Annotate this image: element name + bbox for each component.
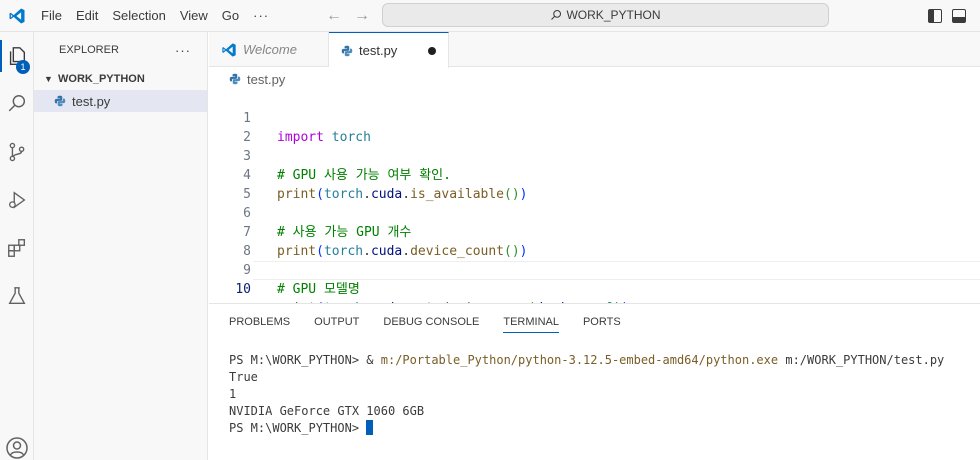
code-line[interactable]: 7 print(torch.cuda.device_count()) bbox=[209, 204, 980, 259]
command-center-text: WORK_PYTHON bbox=[566, 8, 661, 22]
search-icon bbox=[551, 9, 562, 20]
terminal-prompt-line: PS M:\WORK_PYTHON> bbox=[229, 420, 980, 437]
bottom-panel: PROBLEMS OUTPUT DEBUG CONSOLE TERMINAL P… bbox=[209, 303, 980, 460]
terminal-cursor bbox=[366, 420, 374, 435]
python-file-icon bbox=[341, 45, 353, 56]
menu-more[interactable]: ··· bbox=[246, 0, 276, 32]
run-debug-icon[interactable] bbox=[0, 180, 34, 220]
code-line[interactable]: 9 # GPU 모델명 bbox=[209, 242, 980, 297]
code-line[interactable]: 8 bbox=[209, 223, 980, 259]
explorer-icon[interactable]: 1 bbox=[0, 36, 34, 76]
python-file-icon bbox=[229, 73, 241, 85]
breadcrumb-file[interactable]: test.py bbox=[247, 72, 285, 87]
explorer-title: EXPLORER bbox=[59, 44, 119, 56]
tab-test-py[interactable]: test.py bbox=[329, 32, 449, 68]
explorer-badge: 1 bbox=[16, 60, 30, 74]
tab-welcome-label: Welcome bbox=[243, 42, 297, 57]
code-line[interactable]: 2 bbox=[209, 109, 980, 145]
vscode-logo-icon bbox=[0, 0, 34, 32]
back-arrow-icon[interactable]: ← bbox=[326, 7, 342, 25]
tab-terminal[interactable]: TERMINAL bbox=[503, 304, 559, 340]
workspace-folder[interactable]: ▼ WORK_PYTHON bbox=[34, 68, 207, 90]
forward-arrow-icon[interactable]: → bbox=[354, 7, 370, 25]
activity-bar: 1 bbox=[0, 32, 34, 460]
layout-controls bbox=[928, 0, 966, 32]
terminal-operator: & bbox=[366, 353, 374, 367]
accounts-icon[interactable] bbox=[0, 428, 34, 460]
toggle-panel-icon[interactable] bbox=[952, 9, 966, 23]
search-icon[interactable] bbox=[0, 84, 34, 124]
code-line[interactable]: 5 bbox=[209, 166, 980, 202]
file-item-label: test.py bbox=[72, 93, 111, 109]
workspace-folder-label: WORK_PYTHON bbox=[58, 73, 145, 85]
testing-flask-icon[interactable] bbox=[0, 276, 34, 316]
title-bar: File Edit Selection View Go ··· ← → WORK… bbox=[0, 0, 980, 32]
python-file-icon bbox=[54, 95, 66, 107]
navigation-arrows: ← → bbox=[326, 0, 370, 32]
code-line[interactable]: 4 print(torch.cuda.is_available()) bbox=[209, 147, 980, 202]
toggle-primary-sidebar-icon[interactable] bbox=[928, 9, 942, 23]
panel-tab-bar: PROBLEMS OUTPUT DEBUG CONSOLE TERMINAL P… bbox=[209, 304, 980, 340]
extensions-icon[interactable] bbox=[0, 228, 34, 268]
code-line[interactable]: 1 import torch bbox=[209, 90, 980, 145]
terminal-executable: m:/Portable_Python/python-3.12.5-embed-a… bbox=[380, 353, 779, 367]
menu-bar: File Edit Selection View Go ··· bbox=[34, 0, 276, 32]
line-number: 10 bbox=[235, 282, 251, 297]
menu-view[interactable]: View bbox=[173, 0, 215, 32]
unsaved-dot-icon[interactable] bbox=[428, 46, 436, 55]
tab-output[interactable]: OUTPUT bbox=[314, 304, 359, 340]
breadcrumb: test.py bbox=[209, 68, 980, 90]
command-center-search[interactable]: WORK_PYTHON bbox=[382, 3, 829, 27]
code-line[interactable]: 6 # 사용 가능 GPU 개수 bbox=[209, 185, 980, 240]
editor-tab-bar: Welcome test.py bbox=[209, 32, 980, 68]
more-actions-icon[interactable]: ··· bbox=[175, 43, 191, 58]
tab-welcome[interactable]: Welcome bbox=[209, 32, 329, 67]
menu-file[interactable]: File bbox=[34, 0, 69, 32]
code-text: # GPU 모델명 bbox=[277, 282, 360, 297]
tab-test-py-label: test.py bbox=[359, 43, 398, 58]
chevron-down-icon: ▼ bbox=[44, 74, 53, 84]
terminal-output[interactable]: PS M:\WORK_PYTHON> & m:/Portable_Python/… bbox=[209, 340, 980, 437]
menu-edit[interactable]: Edit bbox=[69, 0, 105, 32]
code-editor[interactable]: 1 import torch 2 3 # GPU 사용 가능 여부 확인. 4 … bbox=[209, 90, 980, 316]
terminal-command-line: PS M:\WORK_PYTHON> & m:/Portable_Python/… bbox=[229, 352, 980, 369]
terminal-argument: m:/WORK_PYTHON/test.py bbox=[785, 353, 945, 367]
explorer-sidebar: EXPLORER ··· ▼ WORK_PYTHON test.py bbox=[34, 32, 208, 460]
menu-selection[interactable]: Selection bbox=[105, 0, 172, 32]
code-line-current[interactable]: 10 print(torch.cuda.get_device_name(devi… bbox=[209, 261, 980, 316]
terminal-prompt: PS M:\WORK_PYTHON> bbox=[229, 421, 360, 435]
source-control-icon[interactable] bbox=[0, 132, 34, 172]
vscode-logo-icon bbox=[222, 42, 236, 57]
tab-debug-console[interactable]: DEBUG CONSOLE bbox=[383, 304, 479, 340]
terminal-output-line: NVIDIA GeForce GTX 1060 6GB bbox=[229, 404, 425, 418]
code-line[interactable]: 3 # GPU 사용 가능 여부 확인. bbox=[209, 128, 980, 183]
tab-problems[interactable]: PROBLEMS bbox=[229, 304, 290, 340]
explorer-header: EXPLORER ··· bbox=[34, 32, 207, 68]
terminal-output-line: 1 bbox=[229, 387, 237, 401]
terminal-prompt: PS M:\WORK_PYTHON> bbox=[229, 353, 360, 367]
file-item-test-py[interactable]: test.py bbox=[34, 90, 207, 112]
tab-ports[interactable]: PORTS bbox=[583, 304, 621, 340]
menu-go[interactable]: Go bbox=[215, 0, 246, 32]
terminal-output-line: True bbox=[229, 370, 258, 384]
